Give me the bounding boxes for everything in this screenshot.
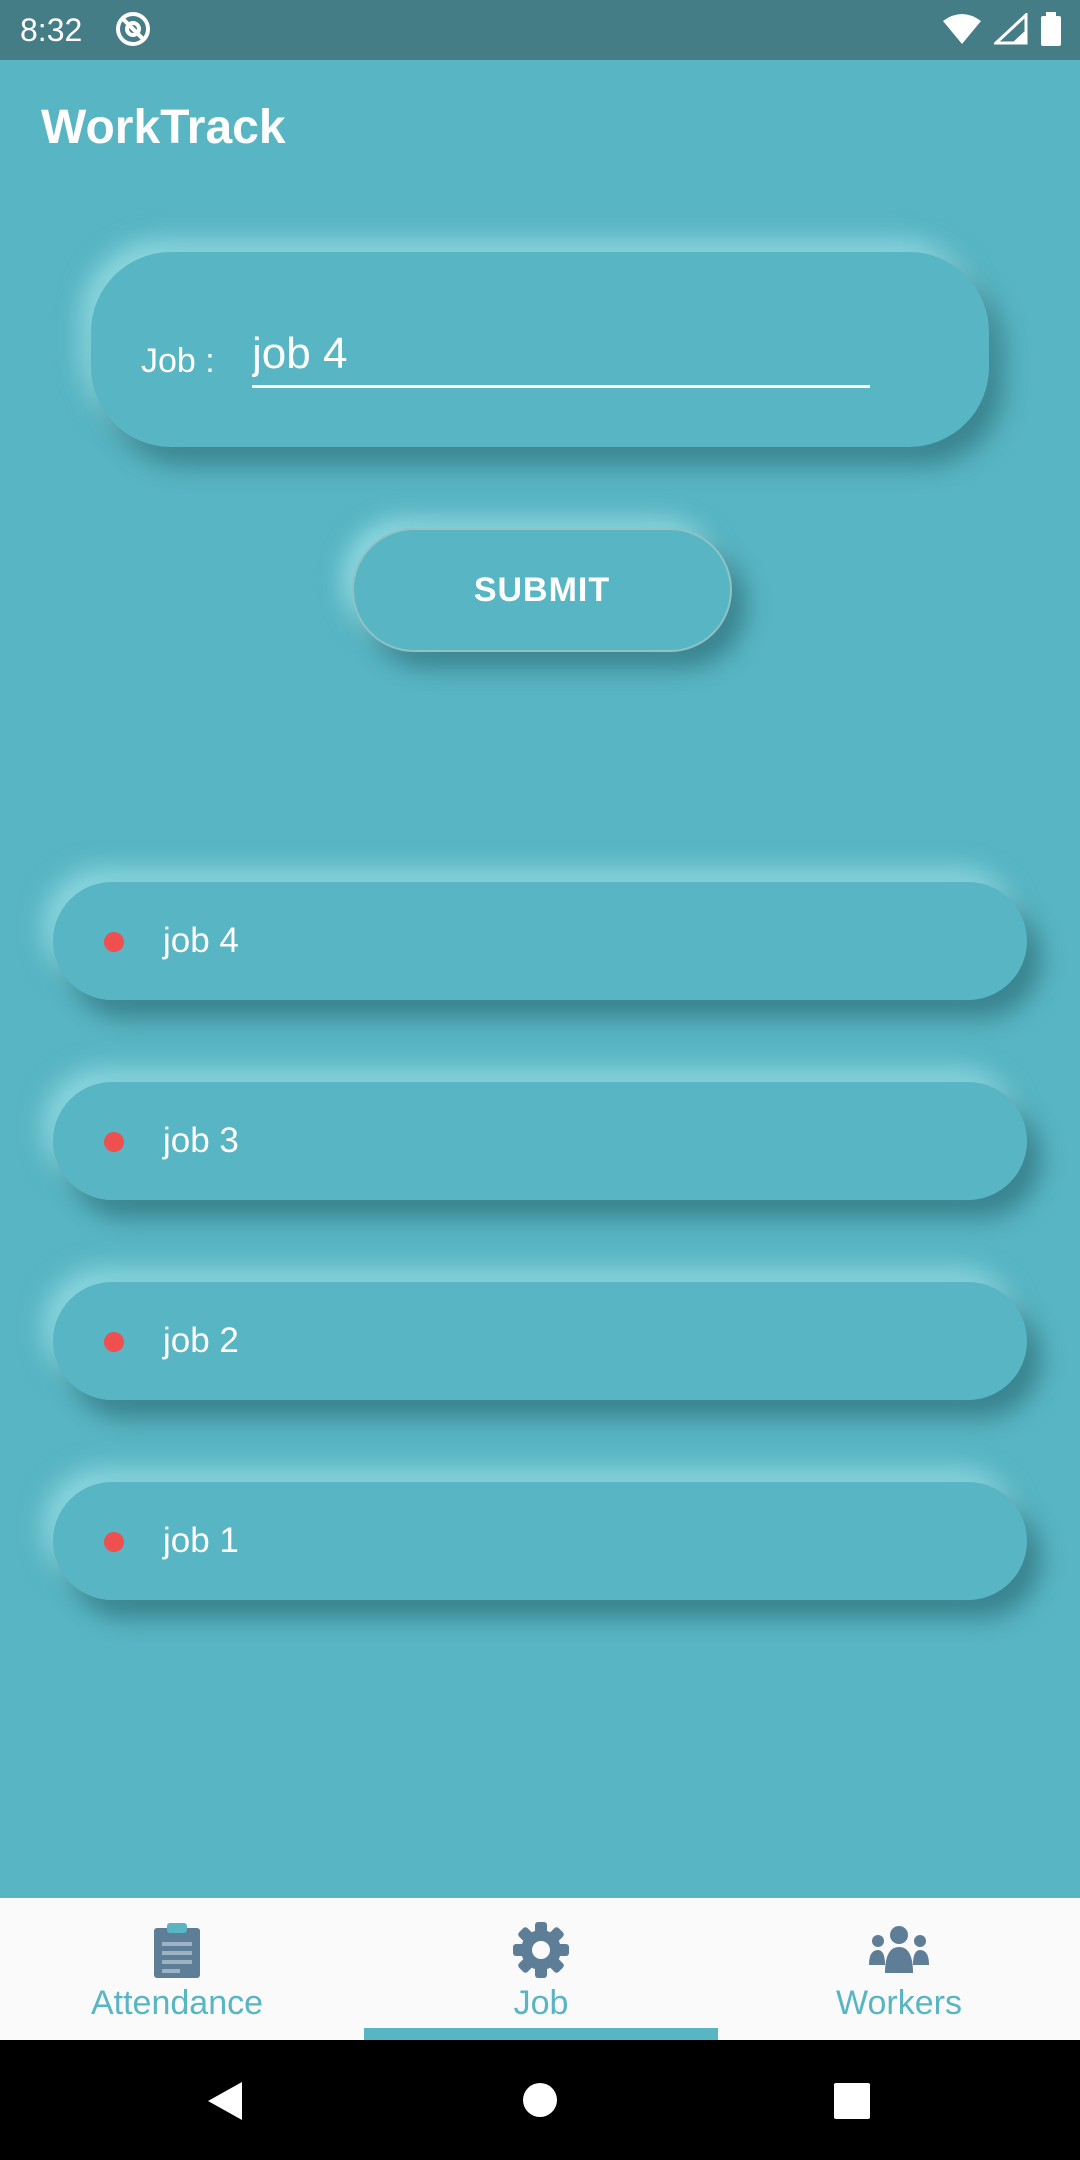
selected-tab-indicator xyxy=(364,2028,718,2040)
tab-workers-label: Workers xyxy=(836,1984,962,2022)
job-list-item[interactable]: job 2 xyxy=(53,1282,1027,1400)
status-dot xyxy=(104,1132,124,1152)
status-icons xyxy=(942,12,1062,46)
signal-icon xyxy=(994,13,1028,45)
clipboard-icon xyxy=(154,1923,200,1978)
tab-job[interactable]: Job xyxy=(364,1898,718,2040)
system-navigation-bar xyxy=(0,2040,1080,2160)
submit-button[interactable]: SUBMIT xyxy=(352,528,732,652)
job-list-item-label: job 4 xyxy=(163,921,239,960)
job-list-item-label: job 1 xyxy=(163,1521,239,1560)
tab-workers[interactable]: Workers xyxy=(718,1898,1080,2040)
back-icon[interactable] xyxy=(206,2080,244,2122)
status-time: 8:32 xyxy=(20,12,83,48)
job-label: Job : xyxy=(141,342,215,380)
home-icon[interactable] xyxy=(522,2082,558,2118)
status-dot xyxy=(104,1532,124,1552)
job-input-card: Job : xyxy=(91,252,989,447)
battery-icon xyxy=(1041,12,1061,46)
job-list-item[interactable]: job 1 xyxy=(53,1482,1027,1600)
job-list-item-label: job 3 xyxy=(163,1121,239,1160)
wifi-icon xyxy=(943,14,981,44)
job-list-item-label: job 2 xyxy=(163,1321,239,1360)
tab-attendance[interactable]: Attendance xyxy=(0,1898,354,2040)
job-input[interactable] xyxy=(252,328,870,388)
tab-attendance-label: Attendance xyxy=(90,1984,264,2022)
recents-icon[interactable] xyxy=(833,2082,871,2120)
tab-job-label: Job xyxy=(513,1984,569,2022)
status-bar: 8:32 xyxy=(0,0,1080,60)
status-dot xyxy=(104,1332,124,1352)
job-list-item[interactable]: job 3 xyxy=(53,1082,1027,1200)
at-sign-icon xyxy=(116,12,150,46)
workers-icon xyxy=(869,1926,929,1973)
status-dot xyxy=(104,932,124,952)
gear-icon xyxy=(513,1922,569,1978)
bottom-navigation: Attendance Job Workers xyxy=(0,1898,1080,2040)
job-list-item[interactable]: job 4 xyxy=(53,882,1027,1000)
app-title: WorkTrack xyxy=(41,101,286,154)
